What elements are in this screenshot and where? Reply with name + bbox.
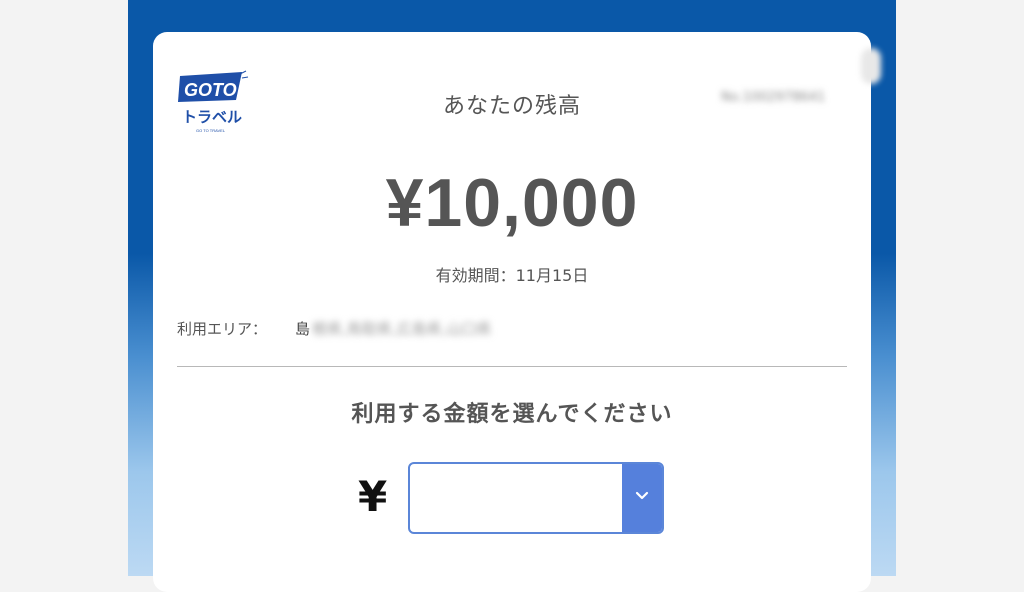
usage-area-row: 利用エリア： 島 根県,鳥取県,広島県,山口県 [177, 318, 491, 339]
account-id: No.1002978641 [721, 90, 826, 105]
amount-dropdown-button[interactable] [622, 464, 662, 532]
chevron-down-icon [635, 491, 649, 500]
usage-area-prefix: 島 [295, 320, 311, 338]
amount-select-title: 利用する金額を選んでください [351, 402, 673, 427]
usage-area-value: 根県,鳥取県,広島県,山口県 [312, 320, 492, 338]
amount-select[interactable] [408, 462, 664, 534]
divider [177, 366, 847, 367]
app-frame: GOTO トラベル GO TO TRAVEL あなたの残高 No.1002978… [128, 0, 896, 592]
logo-tagline: GO TO TRAVEL [196, 128, 226, 133]
expiry-date: 有効期間：11月15日 [435, 266, 589, 285]
balance-card: GOTO トラベル GO TO TRAVEL あなたの残高 No.1002978… [153, 32, 871, 592]
usage-area-label: 利用エリア： [177, 320, 268, 338]
currency-symbol: ¥ [358, 472, 388, 521]
balance-amount: ¥10,000 [385, 165, 639, 241]
blurred-element [861, 48, 881, 84]
